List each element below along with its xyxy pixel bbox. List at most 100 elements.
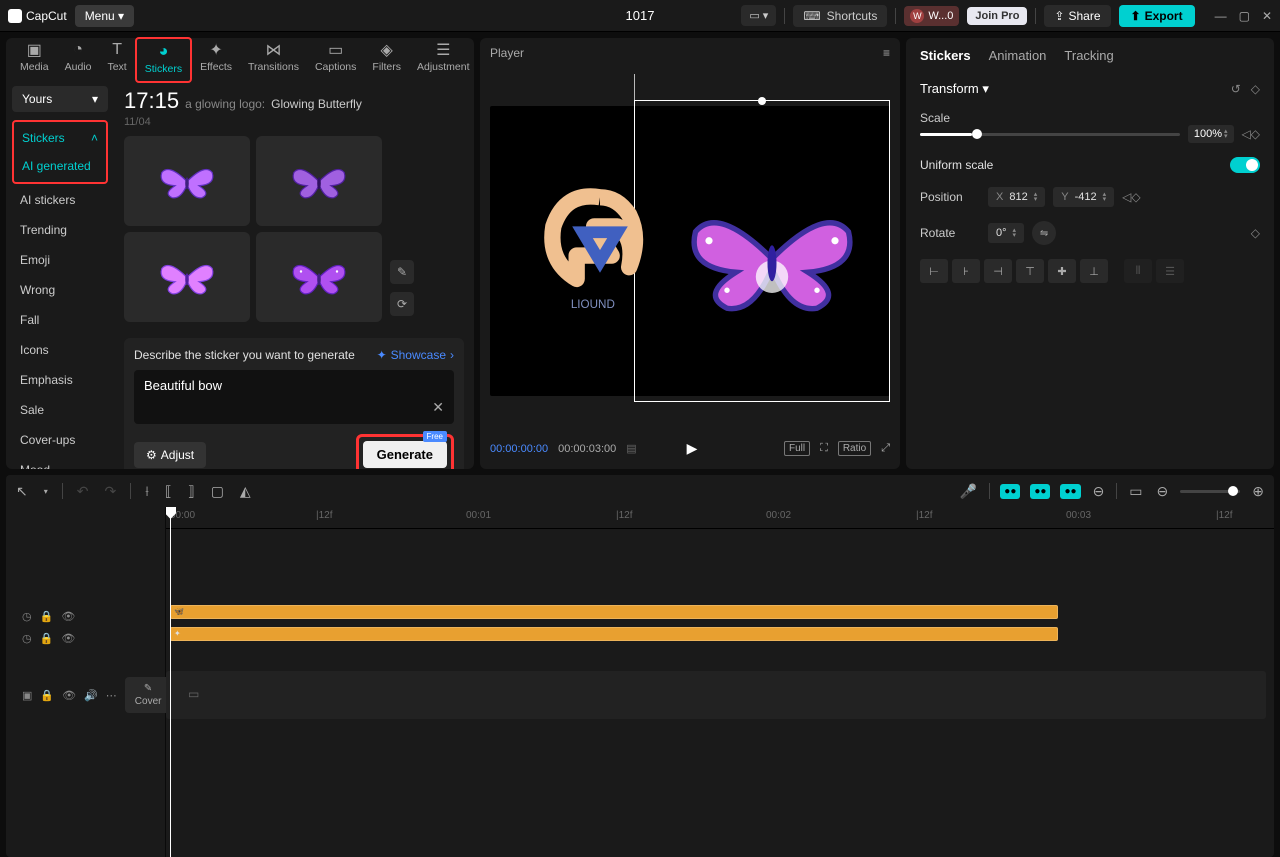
tab-media[interactable]: ▣Media (12, 37, 57, 83)
lock-icon[interactable]: 🔒 (40, 689, 54, 702)
mirror-button[interactable]: ◭ (238, 481, 253, 502)
inspector-tab-animation[interactable]: Animation (989, 48, 1047, 67)
share-button[interactable]: ⇪ Share (1044, 5, 1110, 27)
tab-stickers[interactable]: ◕Stickers (135, 37, 192, 83)
magnet-icon[interactable]: ⊖ (1091, 481, 1107, 502)
shuffle-icon[interactable]: ✕ (432, 399, 444, 416)
rotate-keyframe-icon[interactable]: ◇ (1251, 226, 1260, 240)
rotate-input[interactable]: 0°▴▾ (988, 223, 1024, 243)
inspector-tab-tracking[interactable]: Tracking (1064, 48, 1113, 67)
minimize-icon[interactable]: — (1215, 9, 1227, 23)
tab-effects[interactable]: ✦Effects (192, 37, 240, 83)
maximize-icon[interactable]: ▢ (1239, 9, 1250, 23)
align-vcenter[interactable]: ✚ (1048, 259, 1076, 283)
tab-audio[interactable]: ◔Audio (57, 37, 100, 83)
keyframe-nav-icon[interactable]: ◇ (1251, 82, 1260, 96)
tab-captions[interactable]: ▭Captions (307, 37, 364, 83)
clock-icon[interactable]: ◷ (22, 610, 32, 623)
sticker-clip-1[interactable]: 🦋 (170, 605, 1058, 619)
zoom-out-button[interactable]: ⊖ (1155, 481, 1171, 502)
snap-toggle-2[interactable]: ●● (1030, 484, 1050, 499)
eye-icon[interactable]: 👁 (61, 610, 75, 623)
align-right[interactable]: ⊣ (984, 259, 1012, 283)
align-bottom[interactable]: ⊥ (1080, 259, 1108, 283)
delete-button[interactable]: ▢ (209, 481, 226, 502)
reset-transform-icon[interactable]: ↺ (1231, 82, 1241, 96)
position-x-input[interactable]: X812▴▾ (988, 187, 1045, 207)
close-icon[interactable]: ✕ (1262, 9, 1272, 23)
preview-icon[interactable]: ▭ (1127, 481, 1144, 502)
cover-button[interactable]: ✎Cover (125, 677, 172, 713)
sidebar-item-ai-stickers[interactable]: AI stickers (12, 186, 108, 214)
eye-icon[interactable]: 👁 (62, 689, 76, 702)
sidebar-item-coverups[interactable]: Cover-ups (12, 426, 108, 454)
list-icon[interactable]: ▤ (626, 442, 636, 455)
position-y-input[interactable]: Y-412▴▾ (1053, 187, 1114, 207)
sidebar-item-emoji[interactable]: Emoji (12, 246, 108, 274)
scale-keyframe-icon[interactable]: ◁◇ (1242, 127, 1260, 141)
add-track-icon[interactable]: ▭ (188, 687, 199, 701)
position-keyframe-icon[interactable]: ◁◇ (1122, 190, 1140, 204)
align-hcenter[interactable]: ⊦ (952, 259, 980, 283)
sticker-result-1[interactable] (124, 136, 250, 226)
sticker-result-3[interactable] (124, 232, 250, 322)
clock-icon[interactable]: ◷ (22, 632, 32, 645)
redo-button[interactable]: ↷ (102, 481, 118, 502)
playhead[interactable] (170, 507, 171, 857)
eye-icon[interactable]: 👁 (61, 632, 75, 645)
full-button[interactable]: Full (784, 441, 810, 456)
shortcuts-button[interactable]: ⌨ Shortcuts (793, 5, 887, 27)
align-top[interactable]: ⊤ (1016, 259, 1044, 283)
generate-button[interactable]: Generate (363, 441, 447, 468)
aspect-display-button[interactable]: ▭ ▾ (741, 5, 776, 26)
tab-filters[interactable]: ◈Filters (364, 37, 409, 83)
align-left[interactable]: ⊢ (920, 259, 948, 283)
prompt-input[interactable] (144, 378, 384, 393)
split-button[interactable]: ⟊ (143, 481, 151, 502)
menu-button[interactable]: Menu ▾ (75, 5, 134, 27)
user-badge[interactable]: WW...0 (904, 6, 959, 26)
sidebar-item-ai-generated[interactable]: AI generated (14, 152, 106, 180)
tab-transitions[interactable]: ⋈Transitions (240, 37, 307, 83)
sidebar-item-stickers[interactable]: Stickers˄ (14, 124, 106, 152)
uniform-scale-toggle[interactable] (1230, 157, 1260, 173)
sticker-result-4[interactable] (256, 232, 382, 322)
zoom-in-button[interactable]: ⊕ (1250, 481, 1266, 502)
adjust-button[interactable]: ⚙ Adjust (134, 442, 206, 468)
trim-left-button[interactable]: ⟦ (163, 481, 174, 502)
sticker-clip-2[interactable]: ✦ (170, 627, 1058, 641)
tab-adjustment[interactable]: ☰Adjustment (409, 37, 478, 83)
distribute-v[interactable]: ☰ (1156, 259, 1184, 283)
mic-icon[interactable]: 🎤 (958, 481, 979, 502)
sidebar-item-mood[interactable]: Mood (12, 456, 108, 469)
timeline-tracks[interactable]: 00:00 |12f 00:01 |12f 00:02 |12f 00:03 |… (166, 507, 1274, 857)
export-button[interactable]: ⬆ Export (1119, 5, 1195, 27)
snap-toggle-3[interactable]: ●● (1060, 484, 1080, 499)
sidebar-item-emphasis[interactable]: Emphasis (12, 366, 108, 394)
distribute-h[interactable]: ⫴ (1124, 259, 1152, 283)
edit-results-button[interactable]: ✎ (390, 260, 414, 284)
inspector-tab-stickers[interactable]: Stickers (920, 48, 971, 67)
zoom-slider[interactable] (1180, 490, 1240, 493)
play-button[interactable]: ▶ (687, 440, 698, 457)
sidebar-item-icons[interactable]: Icons (12, 336, 108, 364)
regenerate-button[interactable]: ⟳ (390, 292, 414, 316)
speaker-icon[interactable]: 🔊 (84, 689, 98, 702)
video-track-icon[interactable]: ▣ (22, 689, 32, 702)
sidebar-item-trending[interactable]: Trending (12, 216, 108, 244)
scale-slider[interactable] (920, 133, 1180, 136)
expand-icon[interactable]: ⤢ (881, 442, 890, 455)
cursor-dropdown[interactable]: ▾ (42, 485, 50, 498)
time-ruler[interactable]: 00:00 |12f 00:01 |12f 00:02 |12f 00:03 |… (166, 507, 1274, 529)
scale-value[interactable]: 100%▴▾ (1188, 125, 1234, 143)
sidebar-item-sale[interactable]: Sale (12, 396, 108, 424)
lock-icon[interactable]: 🔒 (40, 610, 54, 623)
sidebar-item-wrong[interactable]: Wrong (12, 276, 108, 304)
showcase-link[interactable]: ✦ Showcase › (377, 348, 454, 362)
player-canvas[interactable]: LIOUND (490, 106, 890, 396)
yours-dropdown[interactable]: Yours▾ (12, 86, 108, 112)
more-icon[interactable]: ⋯ (106, 689, 117, 702)
trim-right-button[interactable]: ⟧ (186, 481, 197, 502)
crop-icon[interactable]: ⛶ (820, 442, 828, 455)
tab-text[interactable]: TText (99, 37, 134, 83)
